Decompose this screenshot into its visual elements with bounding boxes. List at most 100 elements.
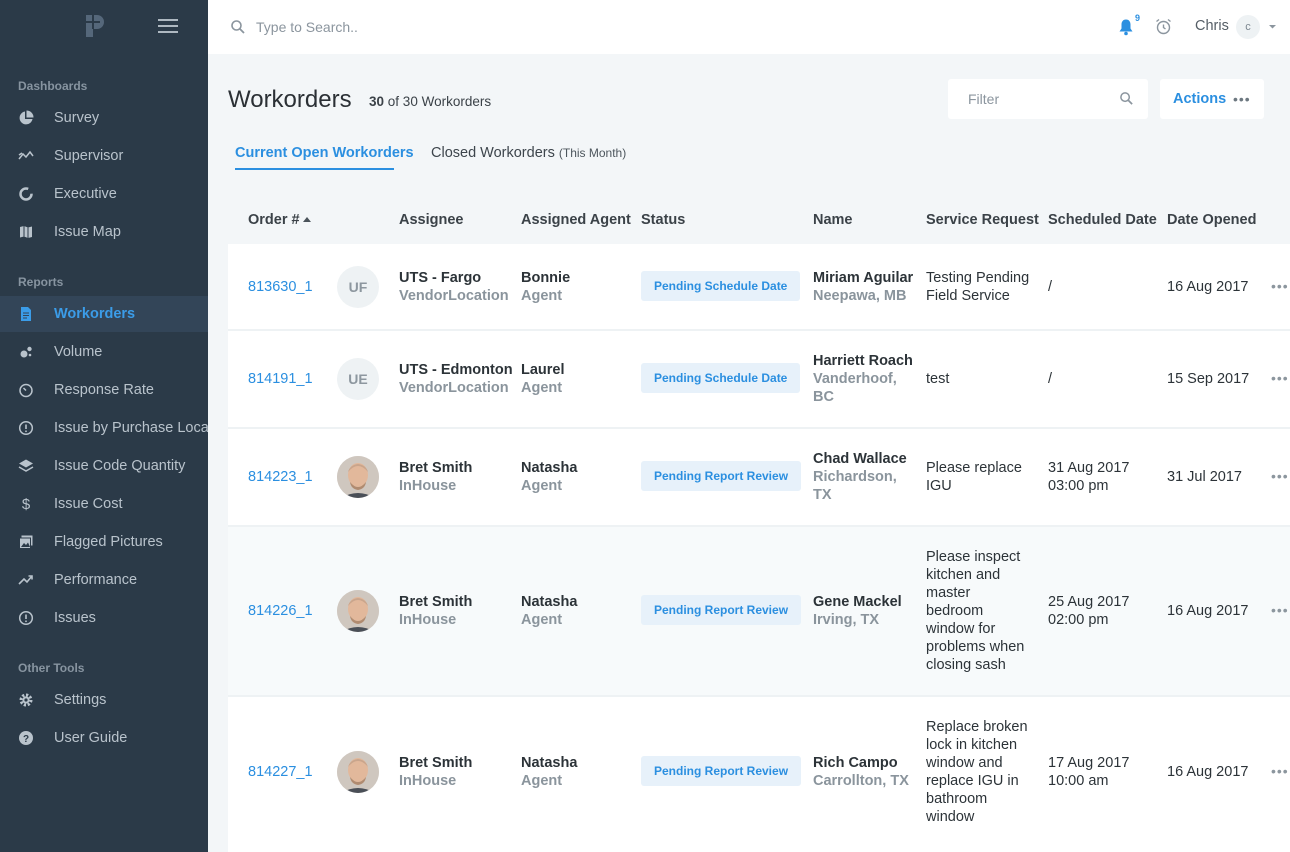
sidebar-item-performance[interactable]: Performance [0,562,208,598]
sidebar-item-issue-code-quantity[interactable]: Issue Code Quantity [0,448,208,484]
order-link[interactable]: 813630_1 [248,278,313,296]
column-header-name[interactable]: Name [813,212,853,228]
agent-name: Laurel [521,362,565,378]
alert-circle-icon [18,420,34,436]
agent-role: Agent [521,612,563,628]
customer-cell: Rich Campo Carrollton, TX [813,754,913,790]
sidebar-item-label: Volume [54,344,103,360]
sidebar-section-reports: Reports [18,275,64,289]
assignee-type: InHouse [399,478,457,494]
row-more-icon[interactable]: ••• [1271,763,1289,779]
row-more-icon[interactable]: ••• [1271,602,1289,618]
customer-cell: Chad Wallace Richardson, TX [813,450,908,504]
filter-input[interactable] [968,89,1108,109]
svg-text:?: ? [23,734,29,745]
order-link[interactable]: 814226_1 [248,602,313,620]
sidebar-item-settings[interactable]: Settings [0,682,208,718]
sidebar-item-issue-by-purchase-location[interactable]: Issue by Purchase Location [0,410,208,446]
actions-button[interactable]: Actions ••• [1160,79,1264,119]
assignee-photo [337,456,379,498]
customer-location: Vanderhoof, BC [813,371,897,405]
user-name[interactable]: Chris [1195,18,1229,34]
sidebar-item-issue-cost[interactable]: $ Issue Cost [0,486,208,522]
sidebar-item-label: Issue Code Quantity [54,458,186,474]
service-request: Please inspect kitchen and master bedroo… [926,549,1025,673]
assignee-name: Bret Smith [399,460,473,476]
bell-icon[interactable] [1118,18,1134,36]
sidebar-item-issue-map[interactable]: Issue Map [0,214,208,250]
bubbles-icon [18,344,34,360]
order-link[interactable]: 814227_1 [248,763,313,781]
document-icon [18,306,34,322]
column-header-service-request[interactable]: Service Request [926,212,1039,228]
assignee-photo [337,751,379,793]
row-more-icon[interactable]: ••• [1271,468,1289,484]
tab-current-open-workorders[interactable]: Current Open Workorders [235,145,414,161]
workorder-count: 30 of 30 Workorders [369,94,491,109]
scheduled-time: 10:00 am [1048,773,1109,789]
count-text: of 30 Workorders [387,94,492,109]
sidebar-item-label: Survey [54,110,100,126]
column-header-scheduled-date[interactable]: Scheduled Date [1048,212,1157,228]
assignee-photo [337,590,379,632]
trend-icon [18,148,34,164]
sidebar-item-label: Issue Map [54,224,121,240]
agent-role: Agent [521,773,563,789]
person-photo-icon [337,590,379,632]
order-link[interactable]: 814191_1 [248,370,313,388]
global-search-input[interactable] [256,14,656,40]
sidebar-item-executive[interactable]: Executive [0,176,208,212]
sidebar-item-workorders[interactable]: Workorders [0,296,208,332]
row-more-icon[interactable]: ••• [1271,370,1289,386]
alert-circle-icon [18,610,34,626]
order-link[interactable]: 814223_1 [248,468,313,486]
sidebar-section-other-tools: Other Tools [18,661,85,675]
column-header-agent[interactable]: Assigned Agent [521,212,631,228]
tab-label: Closed Workorders [431,145,555,161]
chevron-down-icon[interactable] [1268,22,1277,31]
customer-name: Gene Mackel [813,594,902,610]
top-bar: 9 Chris c [208,0,1290,54]
column-header-date-opened[interactable]: Date Opened [1167,212,1256,228]
sidebar-item-issues[interactable]: Issues [0,600,208,636]
sidebar-item-response-rate[interactable]: Response Rate [0,372,208,408]
menu-toggle-icon[interactable] [158,19,178,35]
more-horizontal-icon: ••• [1233,91,1251,107]
customer-location: Richardson, TX [813,469,897,503]
customer-name: Miriam Aguilar [813,270,914,286]
assignee-cell: Bret Smith InHouse [399,593,472,629]
layers-icon [18,458,34,474]
column-header-order[interactable]: Order # [248,212,300,228]
avatar[interactable]: c [1236,15,1260,39]
agent-cell: Natasha Agent [521,459,577,495]
sidebar-item-label: Performance [54,572,138,588]
sidebar-item-flagged-pictures[interactable]: Flagged Pictures [0,524,208,560]
column-header-assignee[interactable]: Assignee [399,212,463,228]
date-opened: 31 Jul 2017 [1167,469,1242,485]
timer-icon [18,382,34,398]
sort-ascending-icon[interactable] [303,216,311,222]
assignee-cell: UTS - Fargo VendorLocation [399,269,509,305]
assignee-type: InHouse [399,773,457,789]
service-request: test [926,371,950,387]
column-header-status[interactable]: Status [641,212,685,228]
customer-cell: Miriam Aguilar Neepawa, MB [813,269,913,305]
sidebar-section-dashboards: Dashboards [18,79,88,93]
tab-closed-workorders[interactable]: Closed Workorders (This Month) [431,145,626,161]
scheduled-date: 31 Aug 2017 [1048,460,1130,476]
sidebar-item-supervisor[interactable]: Supervisor [0,138,208,174]
search-icon[interactable] [1119,91,1134,106]
dollar-icon: $ [21,495,31,513]
sidebar: Dashboards Survey Supervisor Executive I… [0,0,208,852]
status-badge: Pending Schedule Date [641,363,801,393]
sidebar-item-volume[interactable]: Volume [0,334,208,370]
scheduled-date-cell: 25 Aug 2017 02:00 pm [1048,593,1129,629]
sidebar-item-survey[interactable]: Survey [0,100,208,136]
customer-location: Carrollton, TX [813,773,909,789]
sidebar-item-user-guide[interactable]: ? User Guide [0,720,208,756]
agent-cell: Bonnie Agent [521,269,570,305]
row-more-icon[interactable]: ••• [1271,278,1289,294]
agent-role: Agent [521,380,563,396]
alarm-clock-icon[interactable] [1155,18,1172,35]
active-tab-indicator [235,168,394,170]
